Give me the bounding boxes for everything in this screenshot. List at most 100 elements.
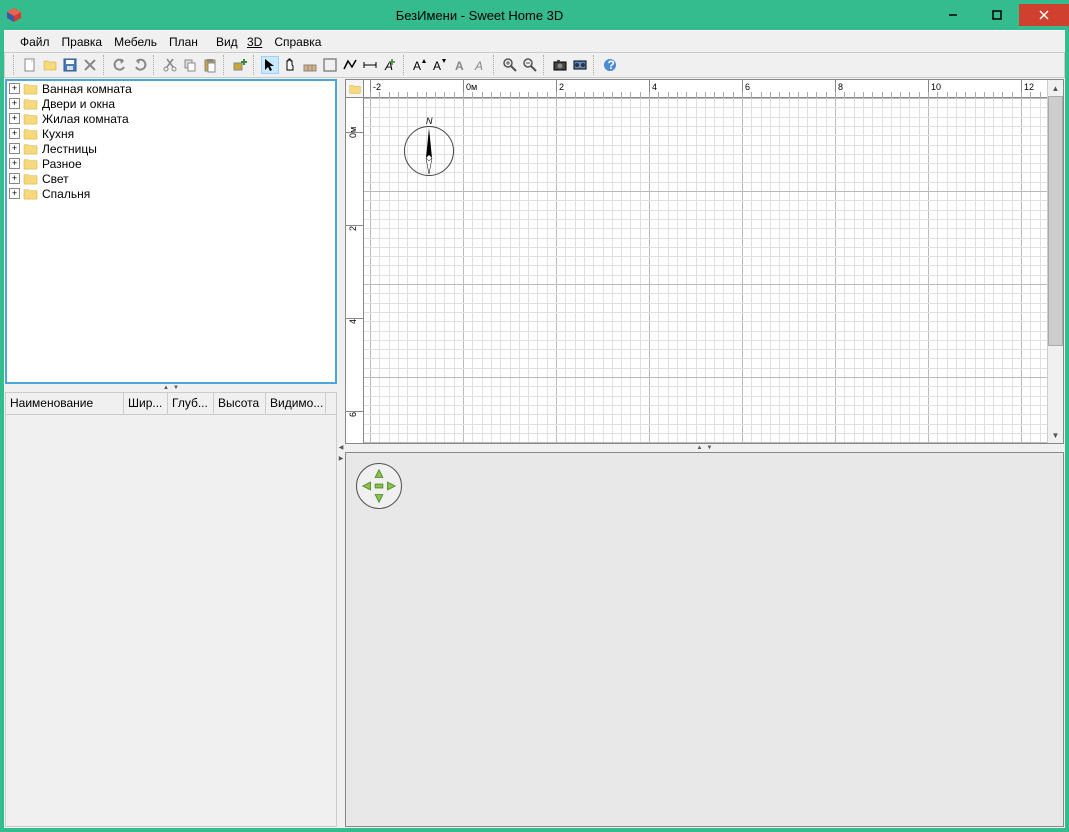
redo-button[interactable] [131, 56, 149, 74]
folder-icon [23, 172, 38, 185]
copy-button[interactable] [181, 56, 199, 74]
ruler-tick: 8 [835, 80, 843, 98]
folder-icon [23, 187, 38, 200]
ruler-tick: 4 [348, 319, 358, 324]
expand-icon[interactable]: + [9, 83, 20, 94]
svg-text:?: ? [608, 58, 615, 72]
horizontal-splitter-right[interactable]: ▲▼ [344, 445, 1065, 451]
folder-icon [23, 142, 38, 155]
3d-navigation-control[interactable] [356, 463, 402, 509]
italic-button[interactable]: A [471, 56, 489, 74]
main-area: + Ванная комната + Двери и окна + Жилая комна… [4, 78, 1065, 828]
decrease-text-button[interactable]: A [431, 56, 449, 74]
titlebar: БезИмени - Sweet Home 3D [0, 0, 1069, 30]
pan-tool[interactable] [281, 56, 299, 74]
catalog-item[interactable]: + Двери и окна [7, 96, 335, 111]
undo-button[interactable] [111, 56, 129, 74]
cut-button[interactable] [161, 56, 179, 74]
bold-button[interactable]: A [451, 56, 469, 74]
catalog-item-label: Свет [42, 172, 69, 186]
col-depth[interactable]: Глуб... [168, 393, 214, 414]
video-button[interactable] [571, 56, 589, 74]
compass-needle-icon [422, 128, 436, 174]
menu-edit[interactable]: Правка [56, 33, 109, 51]
catalog-item[interactable]: + Свет [7, 171, 335, 186]
catalog-item-label: Жилая комната [42, 112, 129, 126]
menu-plan[interactable]: План [163, 33, 204, 51]
new-button[interactable] [21, 56, 39, 74]
col-height[interactable]: Высота [214, 393, 266, 414]
ruler-corner-icon[interactable] [346, 80, 363, 98]
preferences-button[interactable] [81, 56, 99, 74]
zoom-out-button[interactable] [521, 56, 539, 74]
scrollbar-thumb[interactable] [1048, 96, 1063, 346]
compass[interactable]: N [404, 126, 454, 176]
menu-file[interactable]: Файл [14, 33, 56, 51]
ruler-tick: 10 [928, 80, 941, 98]
catalog-item-label: Кухня [42, 127, 74, 141]
menu-3d-view[interactable]: Вид 3D [204, 33, 268, 51]
catalog-item-label: Двери и окна [42, 97, 115, 111]
horizontal-splitter-left[interactable]: ▲▼ [4, 385, 338, 391]
minimize-button[interactable] [931, 4, 975, 26]
col-visible[interactable]: Видимо... [266, 393, 326, 414]
polyline-tool[interactable] [341, 56, 359, 74]
catalog-item[interactable]: +Лестницы [7, 141, 335, 156]
expand-icon[interactable]: + [9, 113, 20, 124]
ruler-tick: 12 [1021, 80, 1034, 98]
expand-icon[interactable]: + [9, 188, 20, 199]
ruler-tick: 6 [348, 412, 358, 417]
expand-icon[interactable]: + [9, 143, 20, 154]
expand-icon[interactable]: + [9, 98, 20, 109]
help-button[interactable]: ? [601, 56, 619, 74]
select-tool[interactable] [261, 56, 279, 74]
catalog-item-label: Спальня [42, 187, 90, 201]
col-name[interactable]: Наименование [6, 393, 124, 414]
catalog-item-label: Ванная комната [42, 82, 132, 96]
catalog-item[interactable]: + Разное [7, 156, 335, 171]
menubar: Файл Правка Мебель План Вид 3D Справка [4, 30, 1065, 52]
svg-text:A: A [455, 59, 464, 73]
paste-button[interactable] [201, 56, 219, 74]
ruler-tick: 4 [649, 80, 657, 98]
3d-view[interactable] [345, 452, 1064, 827]
svg-text:A: A [474, 59, 483, 73]
plan-grid[interactable]: N [364, 98, 1047, 443]
compass-north-label: N [426, 116, 433, 126]
menu-furniture[interactable]: Мебель [108, 33, 163, 51]
col-width[interactable]: Шир... [124, 393, 168, 414]
horizontal-ruler: -20м24681012 [364, 80, 1047, 98]
folder-icon [23, 82, 38, 95]
expand-icon[interactable]: + [9, 128, 20, 139]
maximize-button[interactable] [975, 4, 1019, 26]
catalog-item[interactable]: + Ванная комната [7, 81, 335, 96]
catalog-item[interactable]: + Жилая комната [7, 111, 335, 126]
plan-scrollbar-vertical[interactable]: ▲ ▼ [1047, 80, 1063, 443]
expand-icon[interactable]: + [9, 173, 20, 184]
open-button[interactable] [41, 56, 59, 74]
catalog-item[interactable]: + Кухня [7, 126, 335, 141]
app-icon [6, 7, 22, 23]
ruler-tick: 2 [556, 80, 564, 98]
room-tool[interactable] [321, 56, 339, 74]
zoom-in-button[interactable] [501, 56, 519, 74]
save-button[interactable] [61, 56, 79, 74]
catalog-item-label: Разное [42, 157, 82, 171]
menu-help[interactable]: Справка [268, 33, 327, 51]
plan-view[interactable]: 0м246 -20м24681012 N ▲ ▼ [345, 79, 1064, 444]
expand-icon[interactable]: + [9, 158, 20, 169]
wall-tool[interactable] [301, 56, 319, 74]
catalog-panel[interactable]: + Ванная комната + Двери и окна + Жилая комна… [5, 79, 337, 384]
increase-text-button[interactable]: A [411, 56, 429, 74]
ruler-tick: 6 [742, 80, 750, 98]
catalog-item[interactable]: + Спальня [7, 186, 335, 201]
text-tool[interactable]: A [381, 56, 399, 74]
snapshot-button[interactable] [551, 56, 569, 74]
add-furniture-button[interactable] [231, 56, 249, 74]
dimension-tool[interactable] [361, 56, 379, 74]
window-title: БезИмени - Sweet Home 3D [28, 8, 931, 23]
nav-arrows-icon [360, 467, 398, 505]
close-button[interactable] [1019, 4, 1069, 26]
ruler-tick: 0м [463, 80, 477, 98]
toolbar-grip [13, 55, 17, 75]
